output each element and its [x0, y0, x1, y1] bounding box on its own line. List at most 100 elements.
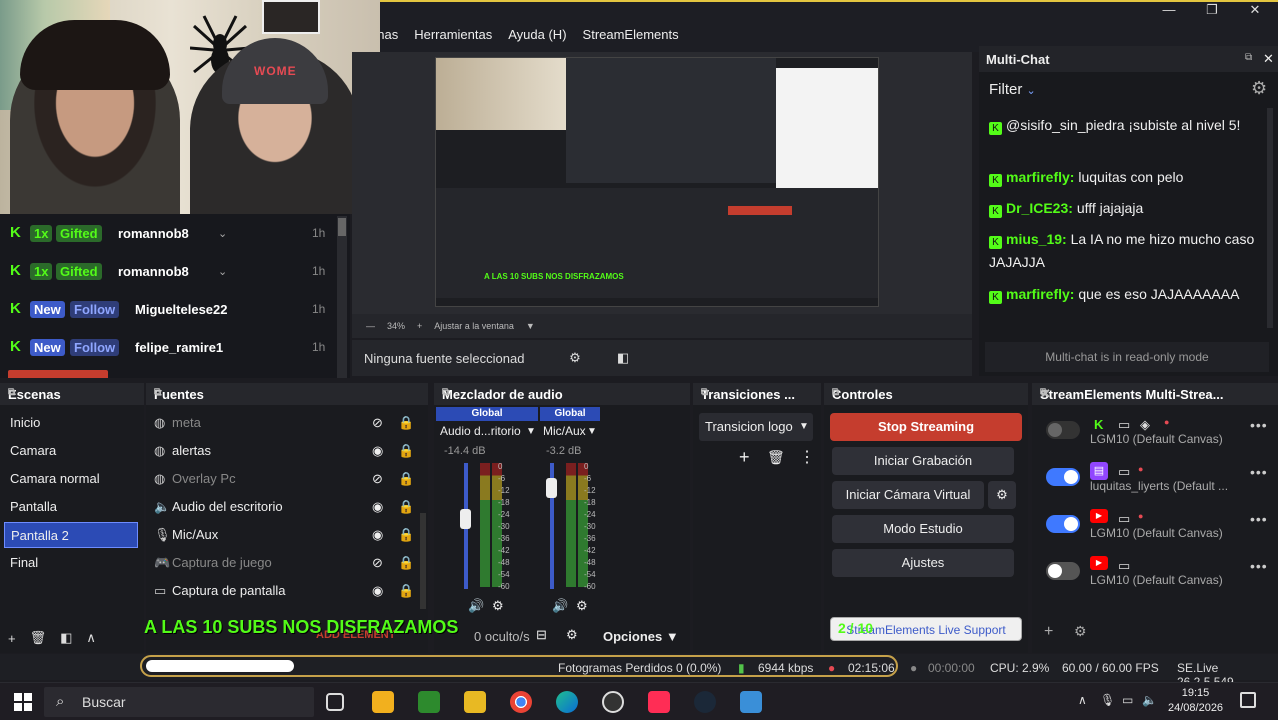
delete-icon[interactable]: 🗑 — [767, 449, 785, 466]
chevron-down-icon[interactable]: ⌄ — [218, 227, 227, 240]
taskbar-clock[interactable]: 19:15 24/08/2026 — [1168, 686, 1223, 716]
source-item[interactable]: ▭ Captura de pantalla ◉ 🔒 — [154, 579, 414, 603]
scene-item[interactable]: Final — [4, 550, 138, 576]
output-row[interactable]: ▶ ▭ ● LGM10 (Default Canvas) ••• — [1042, 505, 1272, 549]
notifications-icon[interactable] — [1240, 692, 1256, 708]
filter-dropdown[interactable]: Filter ⌄ — [989, 81, 1036, 98]
chevron-down-icon[interactable]: ▼ — [799, 421, 809, 432]
events-scrollbar[interactable] — [337, 216, 347, 378]
output-row[interactable]: K ▭ ◈ ● LGM10 (Default Canvas) ••• — [1042, 411, 1272, 455]
network-icon[interactable]: ▭ — [1122, 693, 1133, 707]
menu-ayuda[interactable]: Ayuda (H) — [508, 27, 566, 42]
speaker-icon[interactable]: 🔈 — [1142, 693, 1157, 707]
chrome-icon[interactable] — [510, 691, 532, 713]
gear-icon[interactable]: ⚙ — [566, 627, 578, 643]
sources-scrollbar[interactable] — [420, 513, 426, 609]
zoom-in-icon[interactable]: + — [417, 321, 422, 331]
transition-select[interactable]: Transicion logo — [699, 413, 813, 441]
chevron-down-icon[interactable]: ▼ — [587, 426, 597, 437]
fit-window-select[interactable]: Ajustar a la ventana — [434, 321, 514, 331]
taskbar-search[interactable]: Buscar — [44, 687, 314, 717]
events-scroll-thumb[interactable] — [338, 218, 346, 236]
event-row[interactable]: K 1x Gifted romannob8 ⌄ 1h — [0, 214, 340, 252]
add-icon[interactable]: + — [1044, 623, 1053, 641]
minecraft-icon[interactable] — [418, 691, 440, 713]
close-icon[interactable]: ✕ — [1040, 386, 1272, 402]
up-icon[interactable]: ∧ — [86, 630, 96, 646]
popout-icon[interactable]: ⧉ — [442, 387, 684, 398]
zoom-out-icon[interactable]: — — [366, 321, 375, 331]
more-icon[interactable]: ⋮ — [799, 447, 815, 467]
scene-item-selected[interactable]: Pantalla 2 — [4, 522, 138, 548]
source-item[interactable]: ◍ meta ⊘ 🔒 — [154, 411, 414, 435]
stop-streaming-button[interactable]: Stop Streaming — [830, 413, 1022, 441]
scene-item[interactable]: Inicio — [4, 410, 138, 436]
popout-icon[interactable]: ⧉ — [8, 387, 138, 398]
volume-slider-handle[interactable] — [460, 509, 471, 529]
restore-icon[interactable]: ❐ — [1199, 2, 1225, 20]
output-toggle — [1046, 562, 1080, 580]
start-recording-button[interactable]: Iniciar Grabación — [832, 447, 1014, 475]
event-row[interactable]: K 1x Gifted romannob8 ⌄ 1h — [0, 252, 340, 290]
source-item[interactable]: 🎙Mic/Aux ◉ 🔒 — [154, 523, 414, 547]
gear-icon[interactable]: ⚙ — [1074, 623, 1087, 640]
speaker-icon[interactable]: 🔊 — [468, 598, 484, 614]
studio-mode-button[interactable]: Modo Estudio — [832, 515, 1014, 543]
source-item[interactable]: ◍ Overlay Pc ⊘ 🔒 — [154, 467, 414, 491]
chevron-down-icon[interactable]: ▼ — [526, 321, 535, 331]
layout-icon[interactable]: ⊟ — [536, 627, 547, 643]
gear-icon[interactable]: ⚙ — [560, 345, 590, 371]
obs-icon[interactable] — [602, 691, 624, 713]
popout-icon[interactable]: ⧉ — [1245, 52, 1252, 63]
close-icon[interactable]: ✕ — [1263, 51, 1274, 67]
browser-icon: ◍ — [154, 415, 166, 430]
event-row[interactable]: K New Follow felipe_ramire1 1h — [0, 328, 340, 366]
channel-name[interactable]: Audio d...ritorio — [440, 424, 521, 438]
settings-button[interactable]: Ajustes — [832, 549, 1014, 577]
photos-icon[interactable] — [740, 691, 762, 713]
chevron-down-icon[interactable]: ▼ — [526, 426, 536, 437]
menu-streamelements[interactable]: StreamElements — [583, 27, 679, 42]
speaker-icon[interactable]: 🔊 — [552, 598, 568, 614]
task-view-icon[interactable] — [326, 693, 344, 711]
add-icon[interactable]: + — [8, 631, 16, 646]
delete-icon[interactable]: 🗑 — [30, 630, 47, 646]
folder-icon[interactable] — [464, 691, 486, 713]
edge-icon[interactable] — [556, 691, 578, 713]
windows-start-icon[interactable] — [14, 693, 32, 711]
gear-icon[interactable]: ⚙ — [988, 481, 1016, 509]
source-item[interactable]: 🔈 Audio del escritorio ◉ 🔒 — [154, 495, 414, 519]
popout-icon[interactable]: ⧉ — [154, 387, 422, 398]
menu-herramientas[interactable]: Herramientas — [414, 27, 492, 42]
scene-item[interactable]: Camara normal — [4, 466, 138, 492]
source-item[interactable]: 🎮 Captura de juego ⊘ 🔒 — [154, 551, 414, 575]
tiktok-icon[interactable] — [648, 691, 670, 713]
chevron-up-icon[interactable]: ∧ — [1078, 693, 1087, 707]
chat-scrollbar[interactable] — [1267, 108, 1273, 328]
filters-icon[interactable]: ◧ — [608, 345, 638, 371]
add-icon[interactable]: + — [739, 447, 750, 468]
virtual-camera-button[interactable]: Iniciar Cámara Virtual — [832, 481, 984, 509]
settings-icon[interactable]: ⚙ — [1251, 78, 1267, 99]
scene-item[interactable]: Camara — [4, 438, 138, 464]
chevron-down-icon[interactable]: ⌄ — [218, 265, 227, 278]
preview-canvas[interactable]: A LAS 10 SUBS NOS DISFRAZAMOS — [435, 57, 879, 307]
channel-name[interactable]: Mic/Aux — [543, 424, 586, 438]
output-row[interactable]: ▶ ▭ LGM10 (Default Canvas) ••• — [1042, 552, 1272, 596]
close-icon[interactable]: ✕ — [1242, 2, 1268, 20]
volume-slider-handle[interactable] — [546, 478, 557, 498]
settings-icon[interactable]: ⚙ — [576, 598, 588, 614]
source-item[interactable]: ◍ alertas ◉ 🔒 — [154, 439, 414, 463]
output-row[interactable]: ▤ ▭ ● luquitas_liyerts (Default ... ••• — [1042, 458, 1272, 502]
mic-icon[interactable]: 🎙 — [1100, 693, 1115, 707]
popout-icon[interactable]: ⧉ — [832, 387, 1022, 398]
event-row[interactable]: K New Follow Migueltelese22 1h — [0, 290, 340, 328]
store-icon[interactable] — [372, 691, 394, 713]
scene-item[interactable]: Pantalla — [4, 494, 138, 520]
filters-icon[interactable]: ◧ — [60, 630, 72, 646]
popout-icon[interactable]: ⧉ — [701, 387, 815, 398]
settings-icon[interactable]: ⚙ — [492, 598, 504, 614]
minimize-icon[interactable]: — — [1156, 2, 1182, 20]
steam-icon[interactable] — [694, 691, 716, 713]
options-button[interactable]: Opciones ▼ — [603, 629, 679, 644]
